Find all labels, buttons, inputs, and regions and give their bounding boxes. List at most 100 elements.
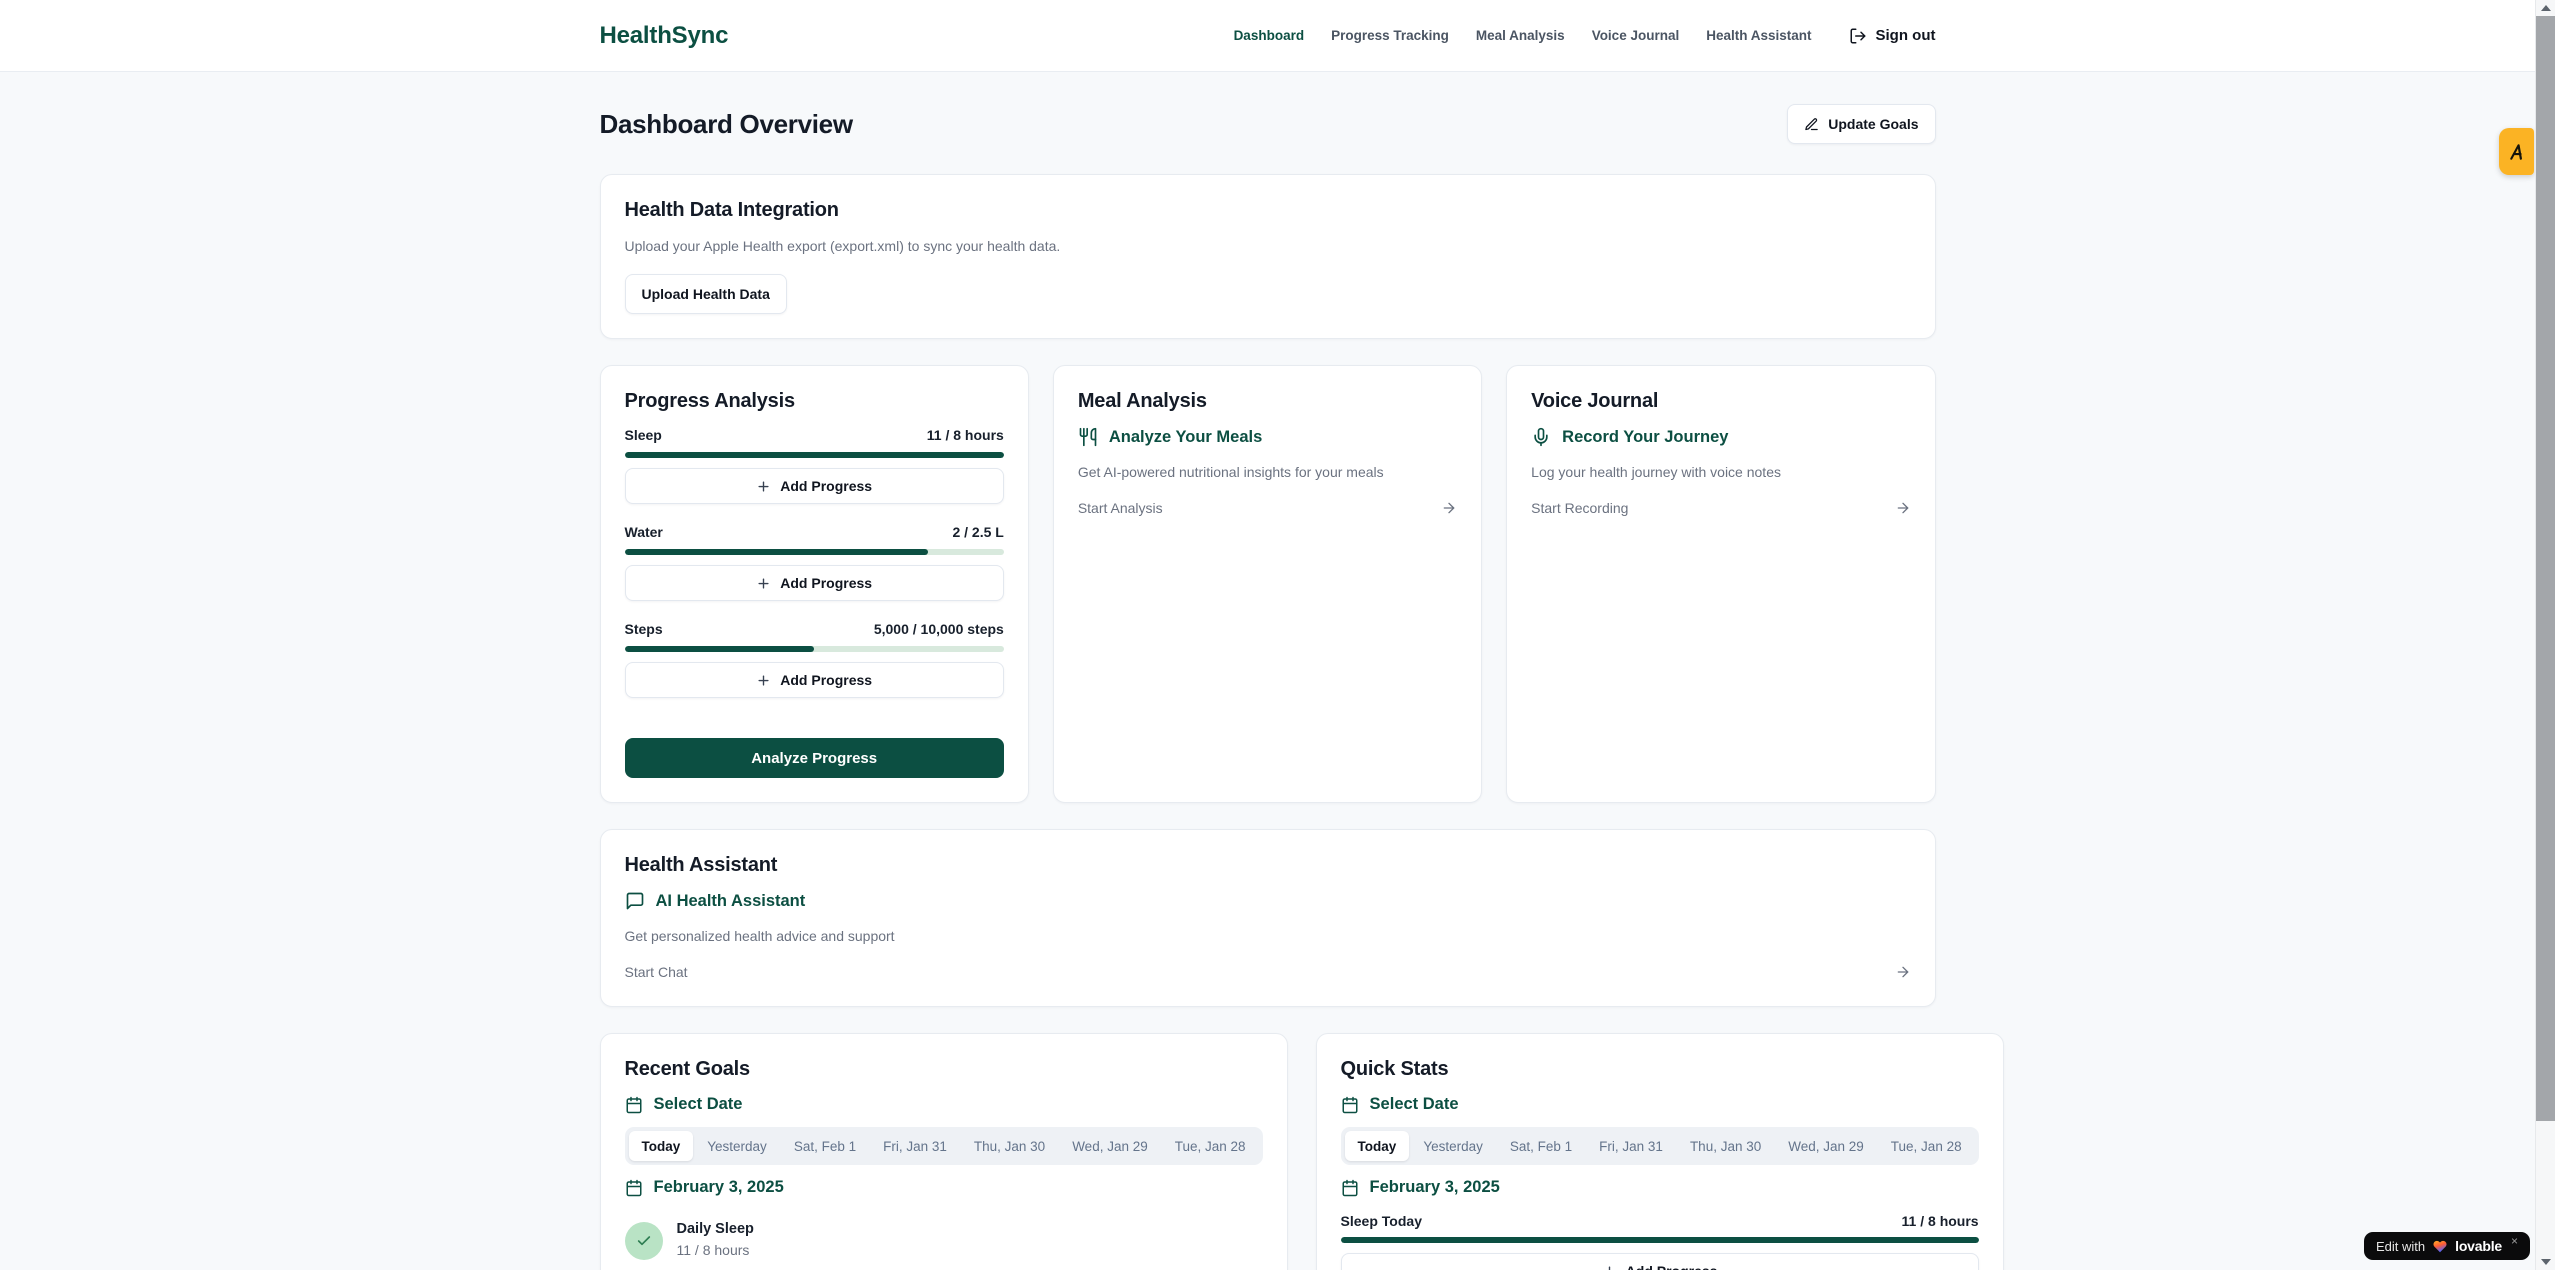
- plus-icon: [756, 673, 771, 688]
- selected-date-button[interactable]: February 3, 2025: [625, 1178, 1263, 1197]
- date-tab-today[interactable]: Today: [629, 1131, 694, 1161]
- add-progress-label: Add Progress: [780, 575, 872, 591]
- record-your-journey-link[interactable]: Record Your Journey: [1531, 427, 1910, 447]
- meal-title: Meal Analysis: [1078, 390, 1457, 413]
- page-title: Dashboard Overview: [600, 109, 853, 140]
- date-tab-fri-jan-31[interactable]: Fri, Jan 31: [1586, 1131, 1676, 1161]
- date-tab-tue-jan-28[interactable]: Tue, Jan 28: [1162, 1131, 1259, 1161]
- nav-voice-journal[interactable]: Voice Journal: [1592, 28, 1680, 43]
- plus-icon: [1602, 1264, 1617, 1270]
- goal-item-name: Daily Sleep: [677, 1221, 754, 1237]
- start-analysis-action[interactable]: Start Analysis: [1078, 498, 1457, 518]
- add-progress-quick-button[interactable]: Add Progress: [1341, 1253, 1979, 1270]
- selected-date-label: February 3, 2025: [654, 1178, 784, 1197]
- voice-description: Log your health journey with voice notes: [1531, 462, 1910, 482]
- quick-stats-card: Quick Stats Select Date TodayYesterdaySa…: [1316, 1033, 2004, 1270]
- progress-analysis-card: Progress Analysis Sleep 11 / 8 hours Add…: [600, 365, 1029, 803]
- date-tab-yesterday[interactable]: Yesterday: [694, 1131, 780, 1161]
- scrollbar-up-button[interactable]: [2536, 0, 2555, 16]
- add-progress-label: Add Progress: [780, 672, 872, 688]
- chat-bubble-icon: [625, 891, 645, 911]
- edit-with-lovable-badge[interactable]: Edit with lovable ×: [2364, 1232, 2530, 1260]
- calendar-icon: [1341, 1096, 1359, 1114]
- ai-health-assistant-link[interactable]: AI Health Assistant: [625, 891, 1911, 911]
- analyze-your-meals-link[interactable]: Analyze Your Meals: [1078, 427, 1457, 447]
- assistant-link-label: AI Health Assistant: [656, 892, 806, 911]
- integration-description: Upload your Apple Health export (export.…: [625, 236, 1911, 256]
- goal-water-label: Water: [625, 524, 663, 540]
- lovable-select-fab[interactable]: [2499, 128, 2534, 175]
- calendar-icon: [1341, 1179, 1359, 1197]
- add-progress-label: Add Progress: [1626, 1263, 1718, 1270]
- assistant-description: Get personalized health advice and suppo…: [625, 926, 1911, 946]
- app-logo: HealthSync: [600, 22, 729, 50]
- scrollbar-down-button[interactable]: [2536, 1254, 2555, 1270]
- arrow-right-icon: [1895, 500, 1911, 516]
- date-tab-thu-jan-30[interactable]: Thu, Jan 30: [1677, 1131, 1774, 1161]
- progress-title: Progress Analysis: [625, 390, 1004, 413]
- date-tab-tue-jan-28[interactable]: Tue, Jan 28: [1878, 1131, 1975, 1161]
- nav-meal-analysis[interactable]: Meal Analysis: [1476, 28, 1565, 43]
- add-progress-steps-button[interactable]: Add Progress: [625, 662, 1004, 698]
- date-tab-today[interactable]: Today: [1345, 1131, 1410, 1161]
- goal-item-value: 11 / 8 hours: [677, 1240, 754, 1260]
- spark-a-icon: [2507, 142, 2527, 162]
- vertical-scrollbar[interactable]: [2535, 0, 2555, 1270]
- goal-steps-progressbar: [625, 646, 1004, 652]
- date-tab-thu-jan-30[interactable]: Thu, Jan 30: [961, 1131, 1058, 1161]
- select-date-button[interactable]: Select Date: [1341, 1095, 1979, 1114]
- goal-sleep-label: Sleep: [625, 427, 662, 443]
- goal-water-value: 2 / 2.5 L: [952, 524, 1003, 540]
- start-recording-label: Start Recording: [1531, 498, 1628, 518]
- pencil-icon: [1804, 117, 1819, 132]
- add-progress-label: Add Progress: [780, 478, 872, 494]
- arrow-right-icon: [1441, 500, 1457, 516]
- select-date-label: Select Date: [654, 1095, 743, 1114]
- start-chat-action[interactable]: Start Chat: [625, 962, 1911, 982]
- start-recording-action[interactable]: Start Recording: [1531, 498, 1910, 518]
- meal-link-label: Analyze Your Meals: [1109, 428, 1262, 447]
- goal-water: Water 2 / 2.5 L Add Progress: [625, 524, 1004, 601]
- select-date-button[interactable]: Select Date: [625, 1095, 1263, 1114]
- plus-icon: [756, 576, 771, 591]
- voice-link-label: Record Your Journey: [1562, 428, 1728, 447]
- date-tab-wed-jan-29[interactable]: Wed, Jan 29: [1775, 1131, 1877, 1161]
- badge-close-icon[interactable]: ×: [2511, 1234, 2518, 1248]
- analyze-progress-button[interactable]: Analyze Progress: [625, 738, 1004, 778]
- goal-sleep-progressbar: [625, 452, 1004, 458]
- badge-prefix: Edit with: [2376, 1239, 2425, 1254]
- date-tab-wed-jan-29[interactable]: Wed, Jan 29: [1059, 1131, 1161, 1161]
- calendar-icon: [625, 1179, 643, 1197]
- arrow-right-icon: [1895, 964, 1911, 980]
- nav-progress-tracking[interactable]: Progress Tracking: [1331, 28, 1449, 43]
- health-assistant-card: Health Assistant AI Health Assistant Get…: [600, 829, 1936, 1007]
- date-tab-sat-feb-1[interactable]: Sat, Feb 1: [1497, 1131, 1585, 1161]
- voice-title: Voice Journal: [1531, 390, 1910, 413]
- update-goals-label: Update Goals: [1828, 116, 1918, 132]
- stat-progressbar: [1341, 1237, 1979, 1243]
- check-icon: [636, 1233, 652, 1249]
- select-date-label: Select Date: [1370, 1095, 1459, 1114]
- quick-stats-title: Quick Stats: [1341, 1058, 1979, 1081]
- upload-health-data-button[interactable]: Upload Health Data: [625, 274, 787, 314]
- logout-icon: [1849, 27, 1867, 45]
- scrollbar-thumb[interactable]: [2536, 16, 2555, 1121]
- date-tab-yesterday[interactable]: Yesterday: [1410, 1131, 1496, 1161]
- update-goals-button[interactable]: Update Goals: [1787, 104, 1935, 144]
- nav-health-assistant[interactable]: Health Assistant: [1706, 28, 1811, 43]
- goal-water-progressbar: [625, 549, 1004, 555]
- meal-analysis-card: Meal Analysis Analyze Your Meals Get AI-…: [1053, 365, 1482, 803]
- add-progress-water-button[interactable]: Add Progress: [625, 565, 1004, 601]
- date-tab-fri-jan-31[interactable]: Fri, Jan 31: [870, 1131, 960, 1161]
- sign-out-label: Sign out: [1876, 27, 1936, 44]
- top-navbar: HealthSync Dashboard Progress Tracking M…: [0, 0, 2535, 72]
- add-progress-sleep-button[interactable]: Add Progress: [625, 468, 1004, 504]
- nav-dashboard[interactable]: Dashboard: [1234, 28, 1305, 43]
- microphone-icon: [1531, 427, 1551, 447]
- sign-out-button[interactable]: Sign out: [1849, 27, 1936, 45]
- date-tab-sat-feb-1[interactable]: Sat, Feb 1: [781, 1131, 869, 1161]
- plus-icon: [756, 479, 771, 494]
- selected-date-button[interactable]: February 3, 2025: [1341, 1178, 1979, 1197]
- goal-steps: Steps 5,000 / 10,000 steps Add Progress: [625, 621, 1004, 698]
- meal-description: Get AI-powered nutritional insights for …: [1078, 462, 1457, 482]
